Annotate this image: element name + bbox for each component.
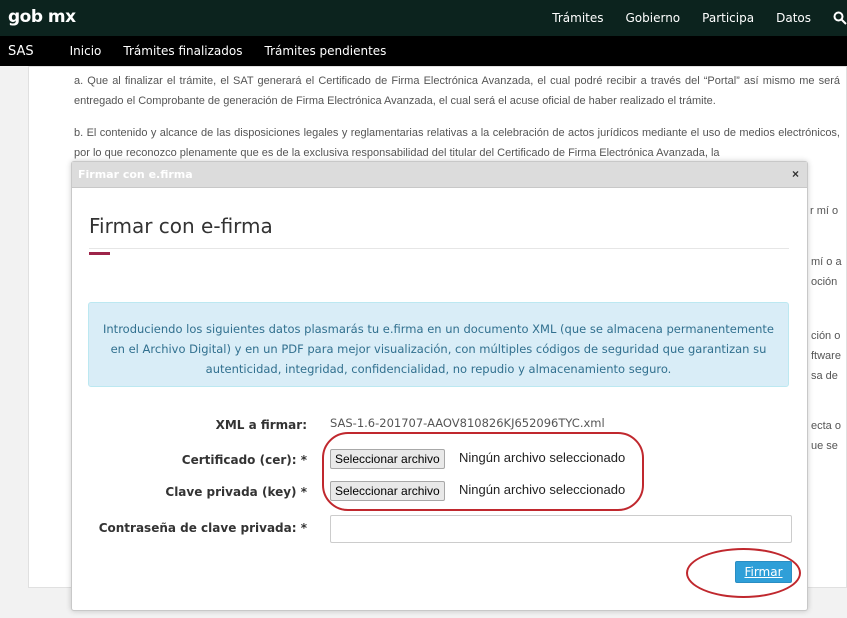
key-file-status: Ningún archivo seleccionado <box>459 482 626 497</box>
subnav-tramites-pendientes[interactable]: Trámites pendientes <box>265 44 387 58</box>
terms-fragment: ción o <box>811 330 841 342</box>
cert-label: Certificado (cer): * <box>181 453 307 467</box>
cert-row: Certificado (cer): * Seleccionar archivo… <box>72 447 807 475</box>
password-row: Contraseña de clave privada: * <box>72 515 807 543</box>
nav-gobierno[interactable]: Gobierno <box>626 11 681 25</box>
firmar-button[interactable]: Firmar <box>735 561 792 583</box>
terms-fragment: r mí o <box>810 205 839 217</box>
subnav-tramites-finalizados[interactable]: Trámites finalizados <box>123 44 242 58</box>
modal-titlebar[interactable]: Firmar con e.firma × <box>72 162 807 188</box>
cert-file-status: Ningún archivo seleccionado <box>459 450 626 465</box>
nav-tramites[interactable]: Trámites <box>552 11 603 25</box>
terms-fragment: ecta o <box>811 420 841 432</box>
sas-brand[interactable]: SAS <box>8 44 34 59</box>
nav-participa[interactable]: Participa <box>702 11 754 25</box>
cert-file-button[interactable]: Seleccionar archivo <box>330 449 445 469</box>
terms-fragment: sa de <box>811 370 838 382</box>
terms-fragment: ftware <box>811 350 841 362</box>
terms-paragraph-b: b. El contenido y alcance de las disposi… <box>74 127 840 159</box>
info-alert: Introduciendo los siguientes datos plasm… <box>88 302 789 387</box>
top-header: gob mx Trámites Gobierno Participa Datos <box>0 0 847 36</box>
password-label: Contraseña de clave privada: * <box>98 521 307 535</box>
modal-heading: Firmar con e-firma <box>89 214 273 238</box>
search-icon[interactable] <box>833 11 847 25</box>
nav-datos[interactable]: Datos <box>776 11 811 25</box>
heading-accent-bar <box>89 252 110 255</box>
terms-fragment: oción <box>811 276 838 288</box>
sign-modal: Firmar con e.firma × Firmar con e-firma … <box>71 161 808 611</box>
subnav-inicio[interactable]: Inicio <box>70 44 102 58</box>
sub-nav: SAS Inicio Trámites finalizados Trámites… <box>0 36 847 66</box>
key-label: Clave privada (key) * <box>165 485 307 499</box>
terms-fragment: mí o a <box>811 256 842 268</box>
xml-label: XML a firmar: <box>215 418 307 432</box>
terms-fragment: ue se <box>811 440 838 452</box>
gobmx-logo[interactable]: gob mx <box>8 7 76 27</box>
password-input[interactable] <box>330 515 792 543</box>
modal-title: Firmar con e.firma <box>78 168 193 181</box>
xml-filename: SAS-1.6-201707-AAOV810826KJ652096TYC.xml <box>330 416 605 430</box>
close-icon[interactable]: × <box>792 167 799 181</box>
terms-paragraph-a: a. Que al finalizar el trámite, el SAT g… <box>74 75 840 107</box>
heading-divider <box>89 248 789 249</box>
top-nav: Trámites Gobierno Participa Datos <box>552 0 847 36</box>
key-file-button[interactable]: Seleccionar archivo <box>330 481 445 501</box>
key-row: Clave privada (key) * Seleccionar archiv… <box>72 479 807 507</box>
xml-row: XML a firmar: SAS-1.6-201707-AAOV810826K… <box>72 412 807 440</box>
